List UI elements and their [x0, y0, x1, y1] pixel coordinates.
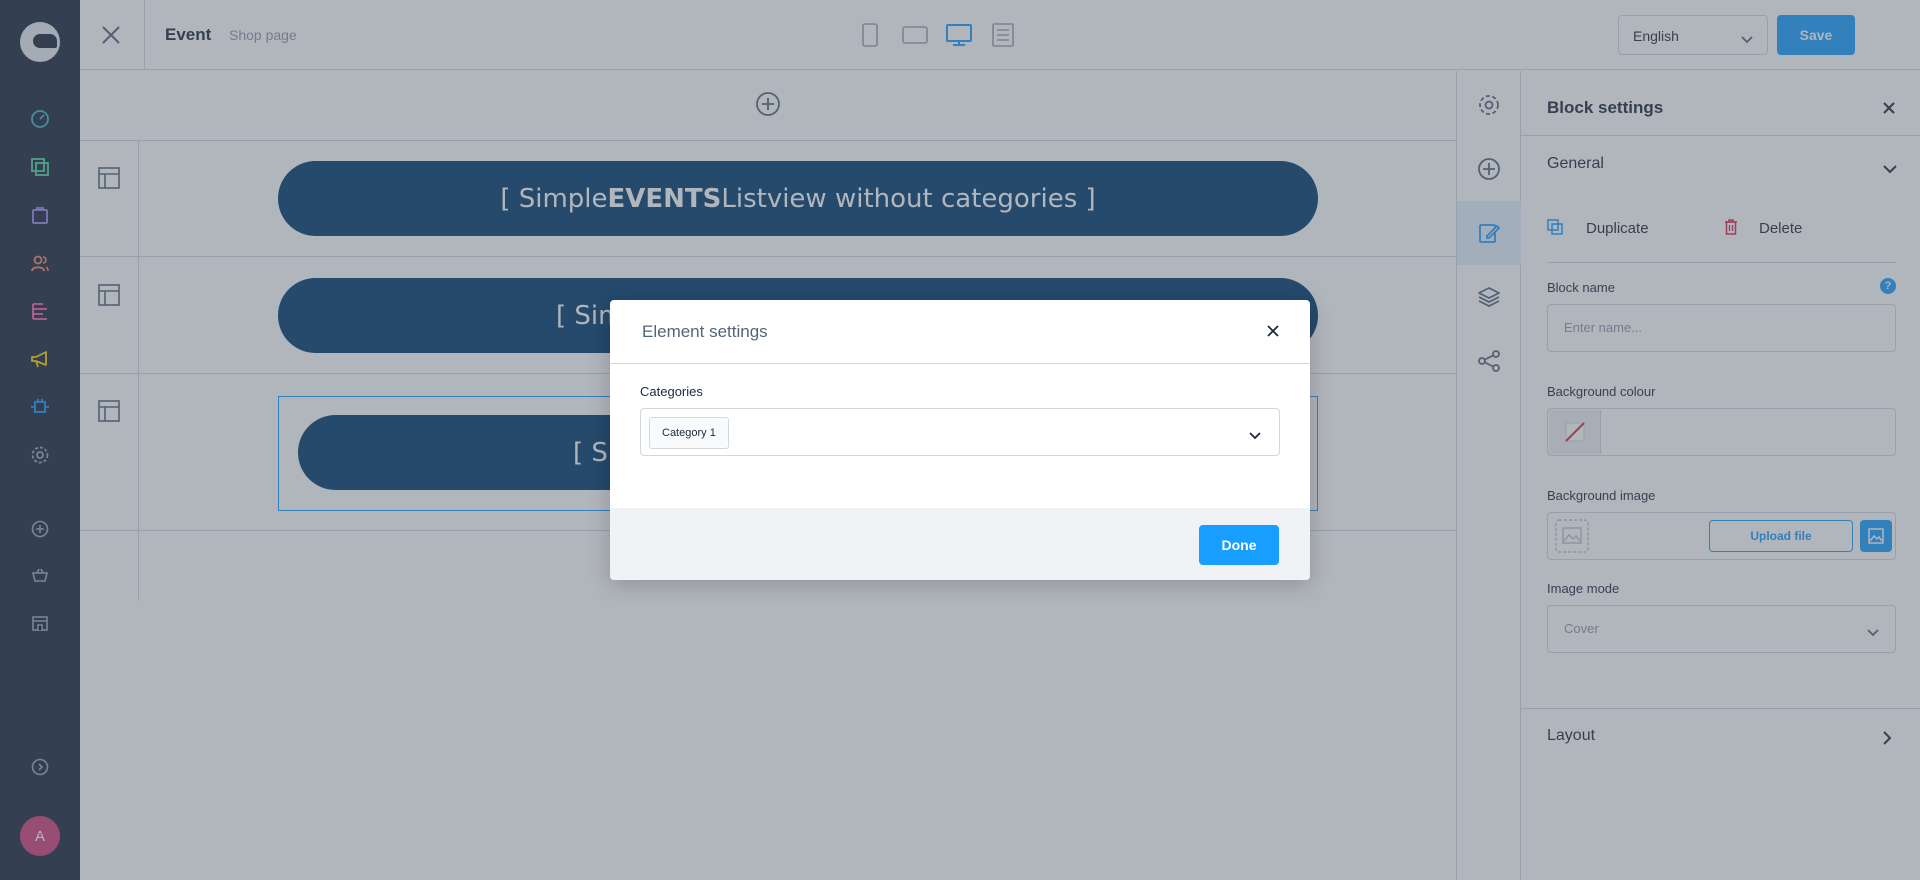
category-chip[interactable]: Category 1	[649, 417, 729, 449]
categories-multiselect[interactable]: Category 1	[640, 408, 1280, 456]
modal-title: Element settings	[642, 322, 768, 341]
element-settings-modal: Element settings Categories Category 1 D…	[610, 300, 1310, 580]
close-modal-icon[interactable]	[1266, 324, 1280, 343]
categories-label: Categories	[640, 384, 703, 399]
modal-divider	[610, 363, 1310, 364]
chevron-down-icon[interactable]	[1249, 427, 1261, 445]
modal-footer: Done	[610, 508, 1310, 580]
done-button[interactable]: Done	[1199, 525, 1279, 565]
